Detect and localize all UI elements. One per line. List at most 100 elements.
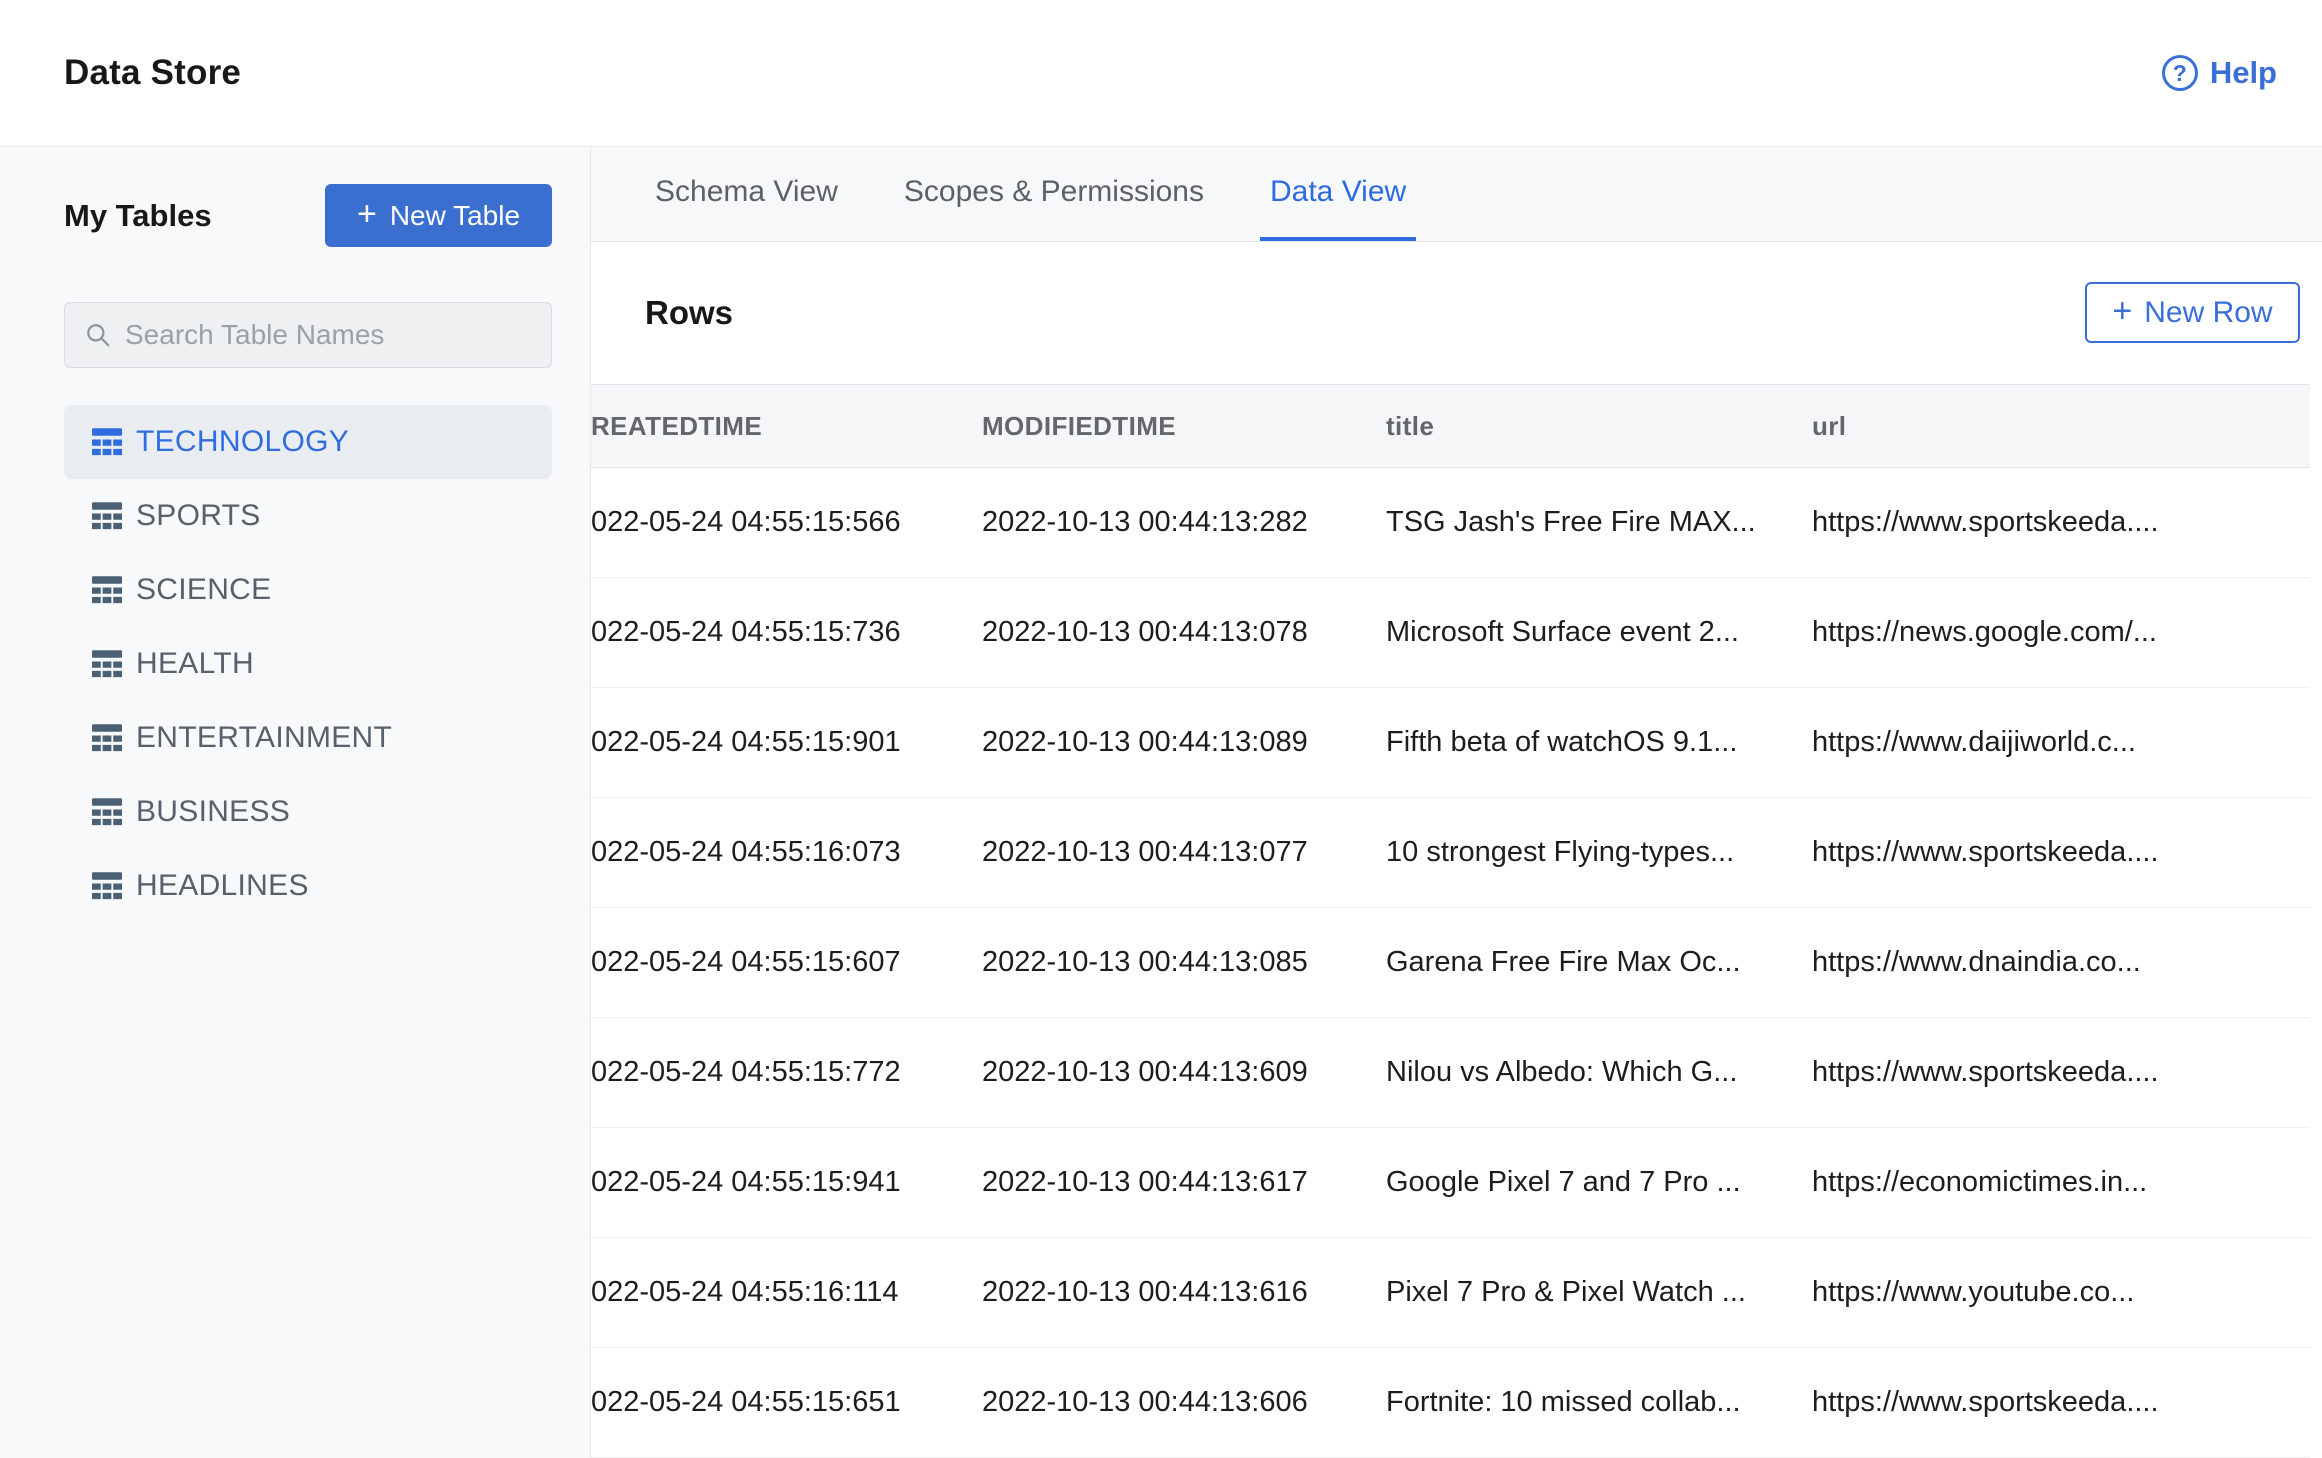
data-table: REATEDTIME MODIFIEDTIME title url 022-05-24…: [591, 384, 2310, 1458]
main-layout: My Tables + New Table TECHNOLOGY SPORTS SC…: [0, 147, 2322, 1458]
cell-url: https://www.sportskeeda....: [1812, 836, 2159, 868]
cell-url: https://www.dnaindia.co...: [1812, 946, 2141, 978]
table-body: 022-05-24 04:55:15:566 2022-10-13 00:44:1…: [591, 468, 2310, 1458]
table-row[interactable]: 022-05-24 04:55:15:772 2022-10-13 00:44:1…: [591, 1018, 2310, 1128]
cell-title: Microsoft Surface event 2...: [1386, 616, 1739, 648]
new-row-label: New Row: [2144, 295, 2273, 329]
table-icon: [92, 428, 122, 456]
sidebar-item-headlines[interactable]: HEADLINES: [64, 849, 552, 923]
tabs-bar: Schema View Scopes & Permissions Data View: [591, 147, 2322, 242]
sidebar-item-entertainment[interactable]: ENTERTAINMENT: [64, 701, 552, 775]
table-icon: [92, 798, 122, 826]
new-table-label: New Table: [389, 199, 521, 231]
cell-title: TSG Jash's Free Fire MAX...: [1386, 506, 1756, 538]
table-icon: [92, 502, 122, 530]
cell-url: https://www.sportskeeda....: [1812, 1056, 2159, 1088]
app-header: Data Store ? Help: [0, 0, 2322, 147]
tab-scopes-permissions[interactable]: Scopes & Permissions: [894, 147, 1214, 241]
sidebar-item-technology[interactable]: TECHNOLOGY: [64, 405, 552, 479]
cell-title: Nilou vs Albedo: Which G...: [1386, 1056, 1738, 1088]
cell-title: Fortnite: 10 missed collab...: [1386, 1386, 1741, 1418]
help-link[interactable]: ? Help: [2161, 55, 2277, 91]
cell-modifiedtime: 2022-10-13 00:44:13:282: [982, 506, 1308, 538]
sidebar-top: My Tables + New Table: [64, 184, 552, 247]
sidebar: My Tables + New Table TECHNOLOGY SPORTS SC…: [0, 147, 591, 1458]
cell-title: 10 strongest Flying-types...: [1386, 836, 1735, 868]
sidebar-item-label: SPORTS: [136, 499, 261, 532]
cell-reatedtime: 022-05-24 04:55:15:736: [591, 616, 901, 648]
sidebar-item-business[interactable]: BUSINESS: [64, 775, 552, 849]
page-title: Data Store: [64, 53, 242, 92]
sidebar-item-science[interactable]: SCIENCE: [64, 553, 552, 627]
new-table-button[interactable]: + New Table: [325, 184, 552, 247]
table-icon: [92, 650, 122, 678]
table-header-row: REATEDTIME MODIFIEDTIME title url: [591, 384, 2310, 468]
column-header-title: title: [1386, 410, 1435, 441]
cell-title: Garena Free Fire Max Oc...: [1386, 946, 1741, 978]
table-row[interactable]: 022-05-24 04:55:15:566 2022-10-13 00:44:1…: [591, 468, 2310, 578]
new-row-button[interactable]: + New Row: [2085, 282, 2300, 344]
tables-list: TECHNOLOGY SPORTS SCIENCE HEALTH ENTERTAINME…: [64, 405, 552, 923]
cell-reatedtime: 022-05-24 04:55:15:772: [591, 1056, 901, 1088]
table-icon: [92, 872, 122, 900]
help-icon: ?: [2161, 55, 2198, 91]
table-row[interactable]: 022-05-24 04:55:15:651 2022-10-13 00:44:1…: [591, 1348, 2310, 1458]
cell-modifiedtime: 2022-10-13 00:44:13:609: [982, 1056, 1308, 1088]
rows-heading: Rows: [645, 293, 734, 331]
table-row[interactable]: 022-05-24 04:55:15:736 2022-10-13 00:44:1…: [591, 578, 2310, 688]
cell-title: Pixel 7 Pro & Pixel Watch ...: [1386, 1276, 1746, 1308]
sidebar-item-label: BUSINESS: [136, 795, 291, 828]
cell-modifiedtime: 2022-10-13 00:44:13:077: [982, 836, 1308, 868]
cell-reatedtime: 022-05-24 04:55:15:901: [591, 726, 901, 758]
cell-url: https://www.daijiworld.c...: [1812, 726, 2136, 758]
column-header-reatedtime: REATEDTIME: [591, 410, 763, 441]
table-row[interactable]: 022-05-24 04:55:15:607 2022-10-13 00:44:1…: [591, 908, 2310, 1018]
cell-url: https://www.sportskeeda....: [1812, 506, 2159, 538]
help-label: Help: [2209, 55, 2277, 90]
cell-reatedtime: 022-05-24 04:55:15:607: [591, 946, 901, 978]
cell-reatedtime: 022-05-24 04:55:15:651: [591, 1386, 901, 1418]
table-row[interactable]: 022-05-24 04:55:16:114 2022-10-13 00:44:1…: [591, 1238, 2310, 1348]
column-header-url: url: [1812, 410, 1847, 441]
cell-reatedtime: 022-05-24 04:55:16:114: [591, 1276, 899, 1308]
cell-title: Google Pixel 7 and 7 Pro ...: [1386, 1166, 1741, 1198]
cell-modifiedtime: 2022-10-13 00:44:13:085: [982, 946, 1308, 978]
cell-reatedtime: 022-05-24 04:55:16:073: [591, 836, 901, 868]
table-row[interactable]: 022-05-24 04:55:15:941 2022-10-13 00:44:1…: [591, 1128, 2310, 1238]
search-input[interactable]: [125, 319, 531, 351]
cell-url: https://news.google.com/...: [1812, 616, 2157, 648]
sidebar-item-health[interactable]: HEALTH: [64, 627, 552, 701]
cell-modifiedtime: 2022-10-13 00:44:13:078: [982, 616, 1308, 648]
cell-reatedtime: 022-05-24 04:55:15:941: [591, 1166, 901, 1198]
tab-schema-view[interactable]: Schema View: [645, 147, 848, 241]
rows-toolbar: Rows + New Row: [591, 242, 2322, 384]
column-header-modifiedtime: MODIFIEDTIME: [982, 410, 1177, 441]
sidebar-item-label: HEALTH: [136, 647, 254, 680]
cell-modifiedtime: 2022-10-13 00:44:13:617: [982, 1166, 1308, 1198]
table-icon: [92, 576, 122, 604]
cell-modifiedtime: 2022-10-13 00:44:13:089: [982, 726, 1308, 758]
cell-modifiedtime: 2022-10-13 00:44:13:606: [982, 1386, 1308, 1418]
cell-reatedtime: 022-05-24 04:55:15:566: [591, 506, 901, 538]
tab-data-view[interactable]: Data View: [1260, 147, 1417, 241]
table-row[interactable]: 022-05-24 04:55:16:073 2022-10-13 00:44:1…: [591, 798, 2310, 908]
sidebar-item-label: SCIENCE: [136, 573, 272, 606]
app-root: Data Store ? Help My Tables + New Table: [0, 0, 2322, 1458]
plus-icon: +: [2112, 292, 2133, 331]
search-icon: [87, 324, 110, 347]
sidebar-item-label: HEADLINES: [136, 869, 309, 902]
sidebar-item-label: ENTERTAINMENT: [136, 721, 393, 754]
cell-modifiedtime: 2022-10-13 00:44:13:616: [982, 1276, 1308, 1308]
cell-url: https://www.youtube.co...: [1812, 1276, 2135, 1308]
plus-icon: +: [356, 195, 377, 233]
cell-url: https://www.sportskeeda....: [1812, 1386, 2159, 1418]
cell-url: https://economictimes.in...: [1812, 1166, 2148, 1198]
cell-title: Fifth beta of watchOS 9.1...: [1386, 726, 1738, 758]
table-icon: [92, 724, 122, 752]
my-tables-heading: My Tables: [64, 197, 212, 233]
content-area: Schema View Scopes & Permissions Data View…: [591, 147, 2322, 1458]
sidebar-item-sports[interactable]: SPORTS: [64, 479, 552, 553]
table-row[interactable]: 022-05-24 04:55:15:901 2022-10-13 00:44:1…: [591, 688, 2310, 798]
search-box: [64, 302, 552, 368]
sidebar-item-label: TECHNOLOGY: [136, 425, 350, 458]
